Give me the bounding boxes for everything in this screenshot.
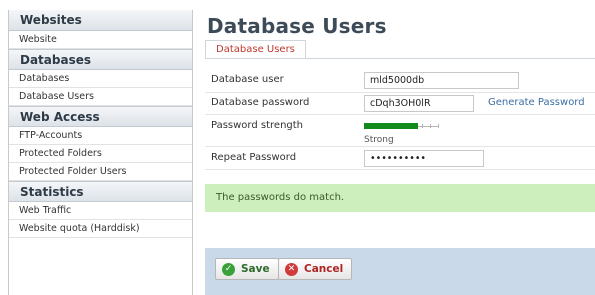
db-password-input[interactable]: [364, 95, 474, 112]
password-strength-value: Strong: [364, 135, 394, 145]
repeat-password-input[interactable]: [364, 150, 484, 167]
password-match-message: The passwords do match.: [205, 184, 595, 212]
sidebar-group-statistics: Statistics: [9, 181, 192, 202]
page-title: Database Users: [207, 14, 387, 38]
tab-database-users[interactable]: Database Users: [205, 40, 306, 59]
strength-meter-tick: [422, 124, 423, 128]
strength-meter-tick: [430, 124, 431, 128]
sidebar-item-website-quota[interactable]: Website quota (Harddisk): [9, 220, 192, 238]
repeat-password-label: Repeat Password: [211, 152, 297, 163]
sidebar-item-protected-folder-users[interactable]: Protected Folder Users: [9, 163, 192, 181]
sidebar-item-protected-folders[interactable]: Protected Folders: [9, 145, 192, 163]
sidebar-group-websites: Websites: [9, 10, 192, 31]
sidebar-item-website[interactable]: Website: [9, 31, 192, 49]
sidebar-item-databases[interactable]: Databases: [9, 70, 192, 88]
repeat-password-row: Repeat Password: [205, 147, 595, 170]
password-strength-label: Password strength: [211, 120, 304, 131]
save-button-label: Save: [241, 263, 270, 275]
cancel-button[interactable]: ✕ Cancel: [278, 258, 353, 280]
db-password-row: Database password Generate Password: [205, 93, 595, 115]
db-user-row: Database user: [205, 68, 595, 93]
close-icon: ✕: [285, 262, 298, 276]
db-password-label: Database password: [211, 97, 310, 108]
db-user-input[interactable]: [364, 72, 519, 89]
form-footer: ✓ Save ✕ Cancel: [205, 248, 595, 295]
checkmark-icon: ✓: [222, 262, 235, 276]
strength-meter-tick: [438, 124, 439, 128]
sidebar: Websites Website Databases Databases Dat…: [8, 10, 193, 295]
strength-meter-fill: [364, 123, 418, 129]
tab-divider: [205, 58, 595, 59]
sidebar-group-databases: Databases: [9, 49, 192, 70]
sidebar-item-web-traffic[interactable]: Web Traffic: [9, 202, 192, 220]
password-strength-meter: [364, 123, 439, 129]
password-strength-row: Password strength Strong: [205, 115, 595, 147]
sidebar-item-database-users[interactable]: Database Users: [9, 88, 192, 106]
sidebar-group-web-access: Web Access: [9, 106, 192, 127]
sidebar-item-ftp-accounts[interactable]: FTP-Accounts: [9, 127, 192, 145]
save-button[interactable]: ✓ Save: [215, 258, 279, 280]
db-user-label: Database user: [211, 74, 284, 85]
cancel-button-label: Cancel: [304, 263, 344, 275]
generate-password-link[interactable]: Generate Password: [488, 97, 585, 108]
